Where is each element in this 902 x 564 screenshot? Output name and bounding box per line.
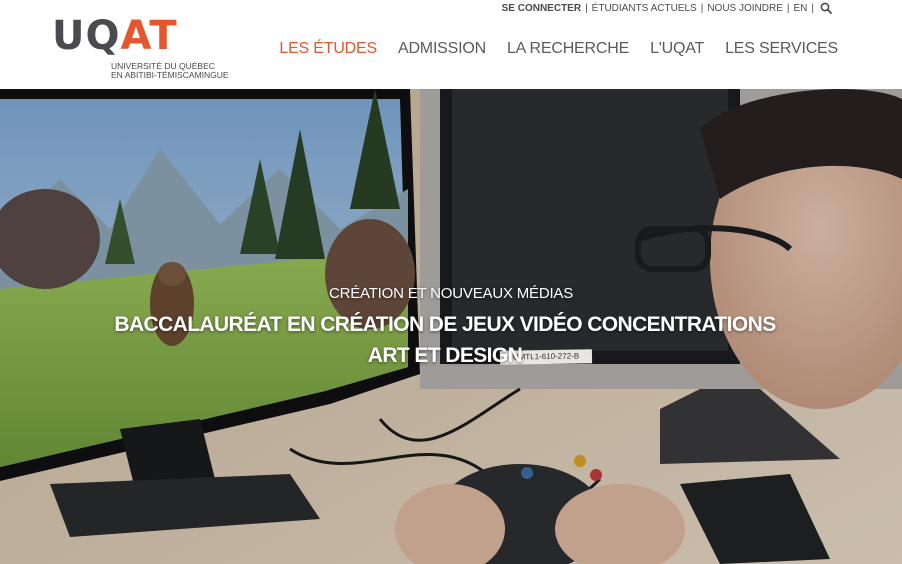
divider: | (700, 2, 704, 14)
nav-luqat[interactable]: L'UQAT (650, 40, 704, 58)
logo-subtitle-line2: EN ABITIBI-TÉMISCAMINGUE (111, 70, 229, 80)
nav-les-services[interactable]: LES SERVICES (725, 40, 838, 58)
nav-admission[interactable]: ADMISSION (398, 40, 486, 58)
language-link[interactable]: EN (793, 3, 807, 14)
divider: | (786, 2, 790, 14)
hero-kicker: CRÉATION ET NOUVEAUX MÉDIAS (328, 285, 574, 302)
login-link[interactable]: SE CONNECTER (502, 3, 581, 14)
hero-title: BACCALAURÉAT EN CRÉATION DE JEUX VIDÉO C… (114, 313, 776, 367)
utility-nav: SE CONNECTER | ÉTUDIANTS ACTUELS | NOUS … (502, 2, 832, 14)
site-header: UQAT UNIVERSITÉ DU QUÉBEC EN ABITIBI-TÉM… (0, 0, 902, 89)
main-nav: LES ÉTUDES ADMISSION LA RECHERCHE L'UQAT… (279, 40, 838, 58)
contact-link[interactable]: NOUS JOINDRE (707, 3, 783, 14)
uqat-logo[interactable]: UQAT UNIVERSITÉ DU QUÉBEC EN ABITIBI-TÉM… (52, 13, 232, 80)
divider: | (585, 2, 588, 14)
nav-la-recherche[interactable]: LA RECHERCHE (507, 40, 629, 58)
search-icon[interactable] (820, 2, 832, 14)
logo-wordmark: UQAT (52, 13, 178, 59)
divider: | (811, 2, 814, 14)
hero-banner: UMTL1-610-272-B CRÉATION ET NOUVEAUX MÉD… (0, 89, 902, 564)
current-students-link[interactable]: ÉTUDIANTS ACTUELS (592, 3, 697, 14)
nav-les-etudes[interactable]: LES ÉTUDES (279, 40, 377, 58)
